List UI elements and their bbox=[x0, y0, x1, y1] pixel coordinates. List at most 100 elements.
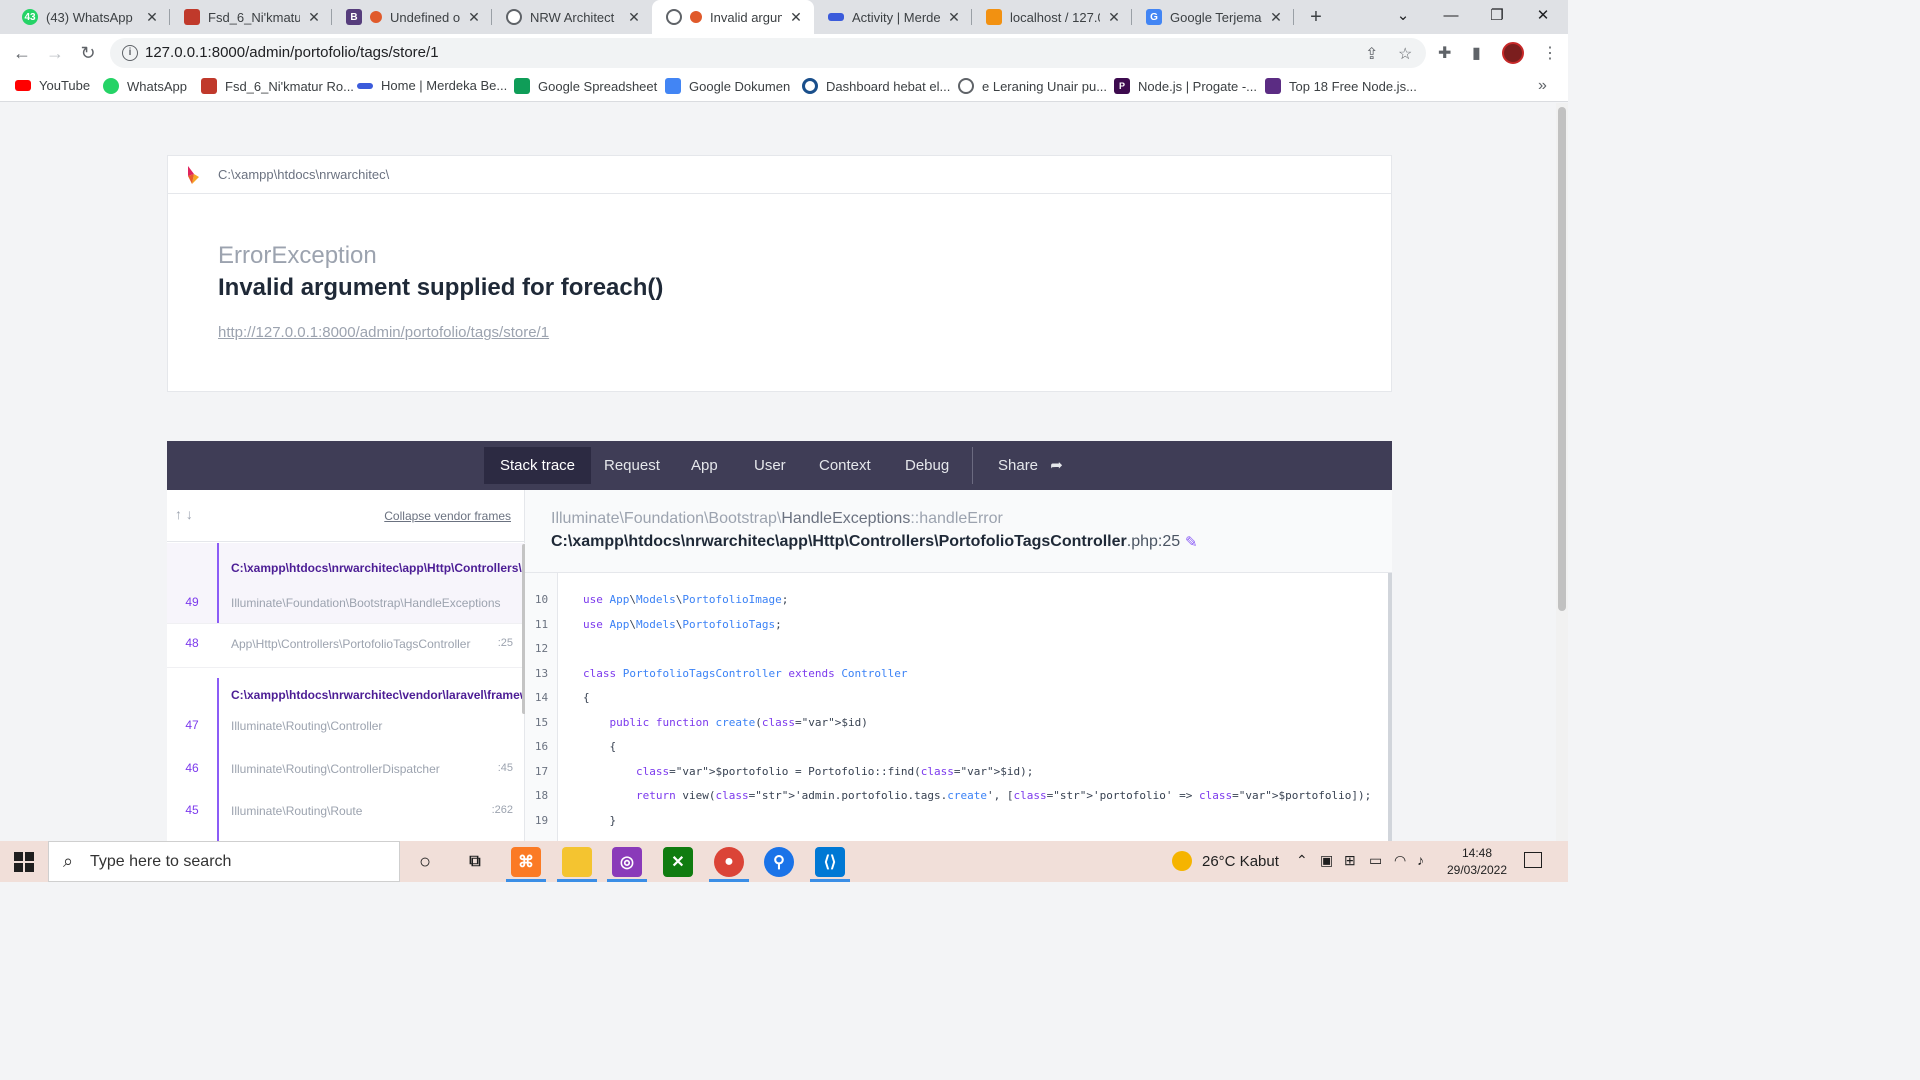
task-view-icon[interactable]: ⧉ bbox=[460, 847, 490, 877]
vscode-icon[interactable]: ⟨⟩ bbox=[815, 847, 845, 877]
browser-tab-strip: 43 (43) WhatsApp ✕ Fsd_6_Ni'kmatur F ✕ B… bbox=[0, 0, 1568, 34]
tab-invalid-argument[interactable]: Invalid argum ✕ bbox=[652, 0, 814, 34]
site-info-icon[interactable]: i bbox=[122, 45, 138, 61]
frame-row[interactable]: 48 App\Http\Controllers\PortofolioTagsCo… bbox=[167, 623, 525, 663]
back-icon[interactable]: ← bbox=[10, 41, 34, 65]
close-icon[interactable]: ✕ bbox=[466, 9, 482, 26]
code-line: return view(class="str">'admin.portofoli… bbox=[635, 789, 1372, 802]
code-scrollbar[interactable] bbox=[1388, 573, 1392, 841]
close-icon[interactable]: ✕ bbox=[144, 9, 160, 26]
youtube-icon bbox=[15, 80, 31, 91]
bookmark-whatsapp[interactable]: WhatsApp bbox=[103, 78, 187, 94]
tray-app-icon[interactable]: ⊞ bbox=[1344, 852, 1356, 869]
page-scrollbar-thumb[interactable] bbox=[1558, 107, 1566, 611]
tab-google-translate[interactable]: G Google Terjemah ✕ bbox=[1132, 0, 1294, 34]
class-name: HandleExceptions bbox=[781, 510, 911, 527]
tab-debug[interactable]: Debug bbox=[889, 447, 965, 484]
camera-app-icon[interactable]: ◎ bbox=[612, 847, 642, 877]
page-scrollbar[interactable] bbox=[1556, 103, 1568, 841]
tab-phpmyadmin[interactable]: localhost / 127.0. ✕ bbox=[972, 0, 1132, 34]
volume-icon[interactable]: ♪ bbox=[1417, 852, 1424, 868]
frame-line: :45 bbox=[497, 762, 513, 774]
tab-stack-trace[interactable]: Stack trace bbox=[484, 447, 592, 484]
share-arrow-icon: ➦ bbox=[1050, 457, 1063, 474]
battery-icon[interactable]: ▭ bbox=[1369, 852, 1382, 869]
address-bar-url[interactable]: 127.0.0.1:8000/admin/portofolio/tags/sto… bbox=[145, 44, 439, 61]
tray-chevron-up-icon[interactable]: ⌃ bbox=[1296, 852, 1308, 869]
docs-icon bbox=[665, 78, 681, 94]
close-icon[interactable]: ✕ bbox=[1106, 9, 1122, 26]
close-icon[interactable]: ✕ bbox=[946, 9, 962, 26]
reload-icon[interactable]: ↻ bbox=[76, 41, 100, 65]
close-icon[interactable]: ✕ bbox=[306, 9, 322, 26]
close-icon[interactable]: ✕ bbox=[1268, 9, 1284, 26]
frame-row[interactable]: 49 Illuminate\Foundation\Bootstrap\Handl… bbox=[167, 583, 525, 623]
window-close-icon[interactable]: ✕ bbox=[1520, 0, 1566, 34]
weather-widget[interactable]: 26°C Kabut bbox=[1172, 851, 1279, 871]
class-namespace: Illuminate\Foundation\Bootstrap\ bbox=[551, 510, 782, 527]
tab-nrw-architect[interactable]: NRW Architect ✕ bbox=[492, 0, 652, 34]
side-panel-icon[interactable]: ▮ bbox=[1472, 43, 1481, 63]
tab-label: Undefined of bbox=[390, 9, 460, 25]
request-url-link[interactable]: http://127.0.0.1:8000/admin/portofolio/t… bbox=[218, 324, 549, 341]
frame-class: Illuminate\Routing\Route bbox=[231, 804, 363, 818]
notification-icon[interactable] bbox=[1524, 852, 1542, 868]
pencil-edit-icon[interactable]: ✎ bbox=[1185, 533, 1198, 551]
bookmark-spreadsheet[interactable]: Google Spreadsheet bbox=[514, 78, 657, 94]
tab-user[interactable]: User bbox=[738, 447, 802, 484]
taskbar-search-box[interactable]: ⌕ Type here to search bbox=[48, 841, 400, 882]
bookmark-fsd[interactable]: Fsd_6_Ni'kmatur Ro... bbox=[201, 78, 354, 94]
share-icon[interactable]: ⇪ bbox=[1365, 44, 1378, 64]
tab-whatsapp[interactable]: 43 (43) WhatsApp ✕ bbox=[8, 0, 170, 34]
maximize-icon[interactable]: ❐ bbox=[1474, 0, 1520, 34]
bookmark-dokumen[interactable]: Google Dokumen bbox=[665, 78, 790, 94]
bookmark-dashboard[interactable]: Dashboard hebat el... bbox=[802, 78, 950, 94]
code-viewer: Illuminate\Foundation\Bootstrap\HandleEx… bbox=[525, 490, 1392, 841]
address-bar[interactable]: i 127.0.0.1:8000/admin/portofolio/tags/s… bbox=[110, 38, 1426, 68]
menu-icon[interactable]: ⋮ bbox=[1542, 43, 1558, 63]
code-line: class="var">$portofolio = Portofolio::fi… bbox=[635, 764, 1034, 778]
tab-context[interactable]: Context bbox=[803, 447, 887, 484]
tab-app[interactable]: App bbox=[675, 447, 734, 484]
new-tab-button[interactable]: + bbox=[1304, 5, 1328, 29]
bookmark-youtube[interactable]: YouTube bbox=[15, 78, 90, 93]
forward-icon[interactable]: → bbox=[43, 41, 67, 65]
file-explorer-icon[interactable] bbox=[562, 847, 592, 877]
project-path-bar: C:\xampp\htdocs\nrwarchitec\ bbox=[168, 156, 1391, 194]
xbox-icon[interactable]: ✕ bbox=[663, 847, 693, 877]
frames-header: ↑ ↓ Collapse vendor frames bbox=[167, 490, 525, 542]
frame-navigation-icon[interactable]: ↑ ↓ bbox=[175, 506, 193, 522]
cortana-icon[interactable]: ○ bbox=[410, 847, 440, 877]
more-bookmarks-icon[interactable]: » bbox=[1538, 77, 1547, 95]
windows-start-icon[interactable] bbox=[14, 852, 34, 872]
chrome-icon[interactable]: ● bbox=[714, 847, 744, 877]
maps-icon[interactable]: ⚲ bbox=[764, 847, 794, 877]
tab-undefined[interactable]: B Undefined of ✕ bbox=[332, 0, 492, 34]
close-icon[interactable]: ✕ bbox=[626, 9, 642, 26]
extensions-icon[interactable]: ✚ bbox=[1438, 43, 1451, 63]
bookmark-elearning[interactable]: e Leraning Unair pu... bbox=[958, 78, 1107, 94]
bookmark-progate[interactable]: P Node.js | Progate -... bbox=[1114, 78, 1257, 94]
bookmark-nodejs-templates[interactable]: Top 18 Free Node.js... bbox=[1265, 78, 1417, 94]
share-button[interactable]: Share ➦ bbox=[982, 447, 1079, 484]
close-icon[interactable]: ✕ bbox=[788, 9, 804, 26]
frame-row[interactable]: 47 Illuminate\Routing\Controller bbox=[167, 706, 525, 746]
tab-activity-merdeka[interactable]: Activity | Merdeka ✕ bbox=[814, 0, 972, 34]
bookmark-star-icon[interactable]: ☆ bbox=[1398, 44, 1412, 64]
frame-row[interactable]: 45 Illuminate\Routing\Route :262 bbox=[167, 791, 525, 831]
tab-label: Fsd_6_Ni'kmatur F bbox=[208, 9, 300, 25]
profile-avatar[interactable] bbox=[1502, 42, 1524, 64]
wifi-icon[interactable]: ◠ bbox=[1394, 852, 1406, 869]
code-line: { bbox=[583, 740, 617, 753]
minimize-icon[interactable]: — bbox=[1428, 0, 1474, 34]
collapse-vendor-frames-link[interactable]: Collapse vendor frames bbox=[384, 509, 511, 523]
tab-request[interactable]: Request bbox=[588, 447, 676, 484]
bookmark-merdeka[interactable]: Home | Merdeka Be... bbox=[357, 78, 507, 93]
system-clock[interactable]: 14:48 29/03/2022 bbox=[1440, 845, 1514, 879]
tab-search-icon[interactable]: ⌄ bbox=[1380, 0, 1426, 34]
tab-slides[interactable]: Fsd_6_Ni'kmatur F ✕ bbox=[170, 0, 332, 34]
xampp-icon[interactable]: ⌘ bbox=[511, 847, 541, 877]
running-indicator bbox=[709, 879, 749, 882]
tray-meet-icon[interactable]: ▣ bbox=[1320, 852, 1333, 869]
frame-row[interactable]: 46 Illuminate\Routing\ControllerDispatch… bbox=[167, 749, 525, 789]
